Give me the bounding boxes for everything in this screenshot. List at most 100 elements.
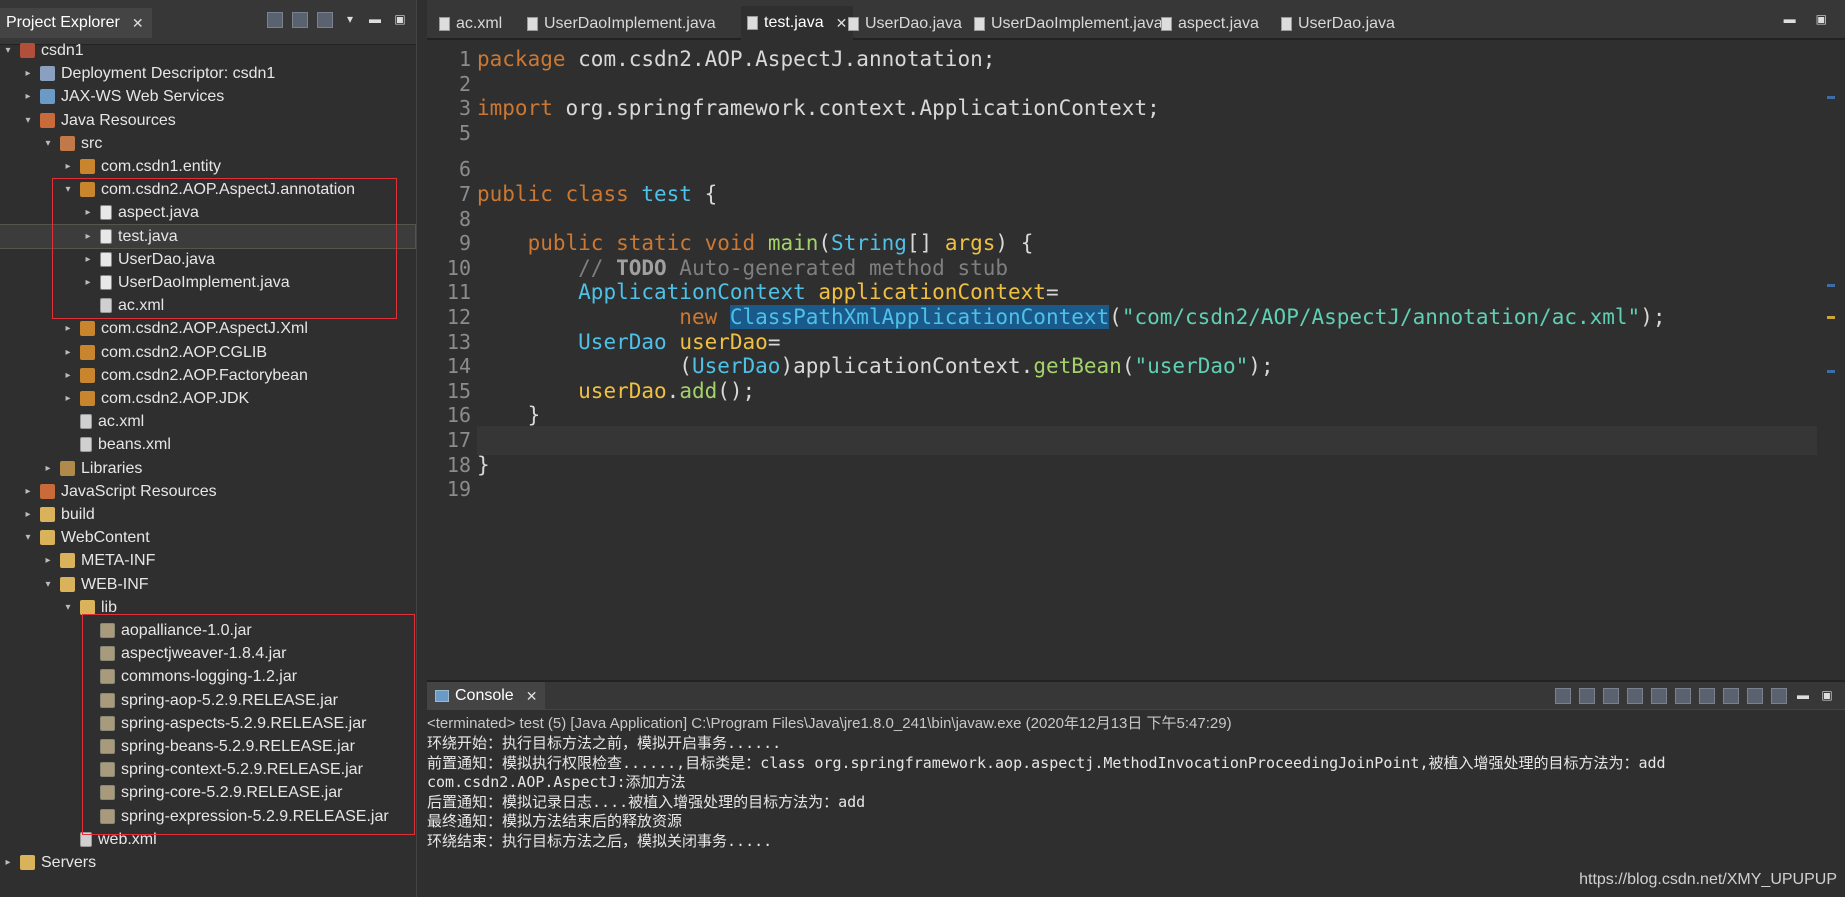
focus-icon[interactable] xyxy=(317,12,333,28)
tree-item[interactable]: ▾ WEB-INF xyxy=(42,573,148,596)
minimize-icon[interactable]: ▬ xyxy=(367,12,383,28)
tree-item[interactable]: ac.xml xyxy=(82,294,164,317)
tree-item[interactable]: ▸ Libraries xyxy=(42,457,142,480)
code-token: ); xyxy=(1248,354,1274,379)
display-console-icon[interactable] xyxy=(1747,688,1763,704)
collapsed-arrow-icon[interactable]: ▸ xyxy=(22,503,34,526)
tree-item[interactable]: commons-logging-1.2.jar xyxy=(82,665,297,688)
maximize-icon[interactable]: ▣ xyxy=(1819,688,1835,704)
tree-item[interactable]: spring-aop-5.2.9.RELEASE.jar xyxy=(82,689,338,712)
show-on-output-icon[interactable] xyxy=(1675,688,1691,704)
tree-item[interactable]: ▾ src xyxy=(42,132,102,155)
overview-ruler[interactable] xyxy=(1827,40,1837,673)
tree-item[interactable]: ▾ com.csdn2.AOP.AspectJ.annotation xyxy=(62,178,355,201)
collapsed-arrow-icon[interactable]: ▸ xyxy=(22,85,34,108)
tree-item[interactable]: ▸ test.java xyxy=(0,223,416,249)
editor-tab[interactable]: UserDaoImplement.java xyxy=(968,10,1169,38)
folder-icon xyxy=(40,507,55,522)
tree-item[interactable]: ▸ com.csdn2.AOP.AspectJ.Xml xyxy=(62,317,307,340)
expanded-arrow-icon[interactable]: ▾ xyxy=(22,109,34,132)
tree-item[interactable]: web.xml xyxy=(62,828,157,851)
tree-item[interactable]: ▸ com.csdn2.AOP.JDK xyxy=(62,387,249,410)
collapsed-arrow-icon[interactable]: ▸ xyxy=(42,457,54,480)
scroll-lock-icon[interactable] xyxy=(1627,688,1643,704)
editor-tab[interactable]: UserDao.java xyxy=(1275,10,1401,38)
open-console-icon[interactable] xyxy=(1771,688,1787,704)
remove-all-icon[interactable] xyxy=(1603,688,1619,704)
tree-item[interactable]: ac.xml xyxy=(62,410,144,433)
maximize-icon[interactable]: ▣ xyxy=(392,12,408,28)
editor-tab[interactable]: UserDao.java xyxy=(842,10,968,38)
expanded-arrow-icon[interactable]: ▾ xyxy=(62,178,74,201)
collapsed-arrow-icon[interactable]: ▸ xyxy=(62,364,74,387)
project-icon xyxy=(20,43,35,58)
tree-item[interactable]: ▾ csdn1 xyxy=(2,39,84,62)
link-with-editor-icon[interactable] xyxy=(292,12,308,28)
tree-item[interactable]: ▾ WebContent xyxy=(22,526,149,549)
tree-item-label: csdn1 xyxy=(41,42,84,59)
expanded-arrow-icon[interactable]: ▾ xyxy=(42,573,54,596)
expanded-arrow-icon[interactable]: ▾ xyxy=(42,132,54,155)
collapsed-arrow-icon[interactable]: ▸ xyxy=(82,248,94,271)
view-menu-icon[interactable]: ▾ xyxy=(342,12,358,28)
terminate-icon[interactable] xyxy=(1555,688,1571,704)
collapsed-arrow-icon[interactable]: ▸ xyxy=(62,341,74,364)
code-token: )applicationContext. xyxy=(780,354,1034,379)
collapsed-arrow-icon[interactable]: ▸ xyxy=(42,549,54,572)
tree-item[interactable]: ▸ aspect.java xyxy=(82,201,198,224)
tree-item[interactable]: ▸ META-INF xyxy=(42,549,155,572)
tree-item[interactable]: ▸ com.csdn2.AOP.Factorybean xyxy=(62,364,307,387)
editor-tab[interactable]: UserDaoImplement.java xyxy=(521,10,722,38)
tab-project-explorer[interactable]: Project Explorer ✕ xyxy=(0,8,152,38)
minimize-icon[interactable]: ▬ xyxy=(1784,12,1796,26)
tree-item[interactable]: beans.xml xyxy=(62,433,171,456)
close-icon[interactable]: ✕ xyxy=(526,682,538,710)
tree-item[interactable]: ▸ build xyxy=(22,503,95,526)
tree-item[interactable]: ▸ JavaScript Resources xyxy=(22,480,216,503)
tab-console[interactable]: Console ✕ xyxy=(427,682,546,710)
tree-item[interactable]: ▸ com.csdn1.entity xyxy=(62,155,221,178)
editor-tab[interactable]: ac.xml xyxy=(433,10,508,38)
tree-item[interactable]: ▸ JAX-WS Web Services xyxy=(22,85,224,108)
collapsed-arrow-icon[interactable]: ▸ xyxy=(82,201,94,224)
collapsed-arrow-icon[interactable]: ▸ xyxy=(62,387,74,410)
expanded-arrow-icon[interactable]: ▾ xyxy=(62,596,74,619)
editor-tab[interactable]: aspect.java xyxy=(1155,10,1265,38)
collapse-all-icon[interactable] xyxy=(267,12,283,28)
collapsed-arrow-icon[interactable]: ▸ xyxy=(2,851,14,874)
tree-item[interactable]: ▾ Java Resources xyxy=(22,109,175,132)
tree-item-label: build xyxy=(61,506,95,523)
tree-item[interactable]: ▸ UserDaoImplement.java xyxy=(82,271,289,294)
collapsed-arrow-icon[interactable]: ▸ xyxy=(82,271,94,294)
tree-item[interactable]: spring-core-5.2.9.RELEASE.jar xyxy=(82,781,342,804)
tree-item[interactable]: aspectjweaver-1.8.4.jar xyxy=(82,642,286,665)
close-icon[interactable]: ✕ xyxy=(132,8,144,38)
tree-item[interactable]: ▸ Servers xyxy=(2,851,96,874)
expanded-arrow-icon[interactable]: ▾ xyxy=(2,39,14,62)
word-wrap-icon[interactable] xyxy=(1651,688,1667,704)
show-on-error-icon[interactable] xyxy=(1699,688,1715,704)
code-editor[interactable]: 1 2 3 5 6 7 8 9 10 11 12 13 14 15 16 17 18 19 package com… xyxy=(427,40,1837,673)
tree-item[interactable]: ▸ com.csdn2.AOP.CGLIB xyxy=(62,341,267,364)
tree-item[interactable]: spring-beans-5.2.9.RELEASE.jar xyxy=(82,735,355,758)
remove-launch-icon[interactable] xyxy=(1579,688,1595,704)
tree-item[interactable]: spring-expression-5.2.9.RELEASE.jar xyxy=(82,805,389,828)
collapsed-arrow-icon[interactable]: ▸ xyxy=(62,155,74,178)
collapsed-arrow-icon[interactable]: ▸ xyxy=(22,480,34,503)
collapsed-arrow-icon[interactable]: ▸ xyxy=(62,317,74,340)
tree-item[interactable]: spring-aspects-5.2.9.RELEASE.jar xyxy=(82,712,366,735)
editor-tab[interactable]: test.java ✕ xyxy=(741,6,854,40)
maximize-icon[interactable]: ▣ xyxy=(1816,12,1827,26)
tree-item[interactable]: ▾ lib xyxy=(62,596,117,619)
minimize-icon[interactable]: ▬ xyxy=(1795,688,1811,704)
tree-item[interactable]: aopalliance-1.0.jar xyxy=(82,619,252,642)
collapsed-arrow-icon[interactable]: ▸ xyxy=(22,62,34,85)
tree-item[interactable]: ▸ Deployment Descriptor: csdn1 xyxy=(22,62,275,85)
tree-item[interactable]: spring-context-5.2.9.RELEASE.jar xyxy=(82,758,363,781)
expanded-arrow-icon[interactable]: ▾ xyxy=(22,526,34,549)
java-file-icon xyxy=(100,205,112,221)
pin-console-icon[interactable] xyxy=(1723,688,1739,704)
tree-item[interactable]: ▸ UserDao.java xyxy=(82,248,214,271)
collapsed-arrow-icon[interactable]: ▸ xyxy=(82,225,94,248)
